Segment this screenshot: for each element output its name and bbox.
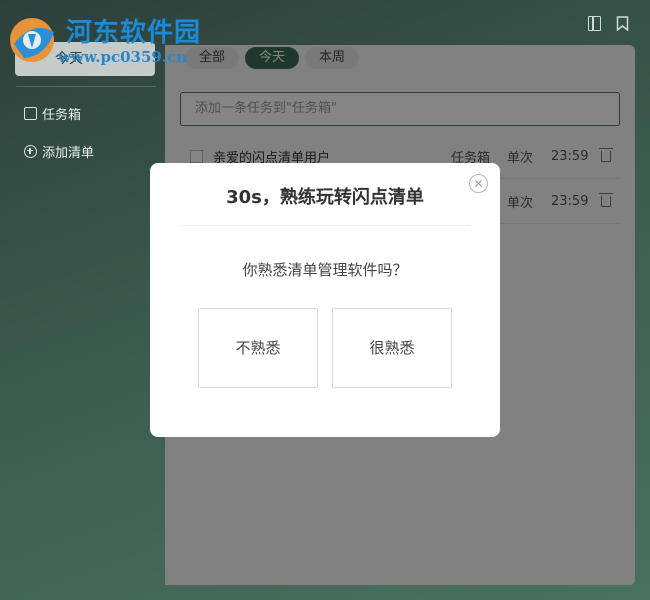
app-window: 今天 任务箱 添加清单 全部 今天 本周 添加一条任务到"任务箱" 亲爱的闪点清… [0,0,650,600]
close-icon[interactable] [469,174,488,193]
dialog-question: 你熟悉清单管理软件吗？ [242,261,408,279]
sidebar-divider [16,86,156,87]
sidebar-item-inbox[interactable]: 任务箱 [24,102,81,124]
watermark-url: www.pc0359.cn [58,48,188,66]
dialog-divider [180,225,470,226]
sidebar-item-add-list[interactable]: 添加清单 [24,140,94,162]
very-familiar-button[interactable]: 很熟悉 [332,308,452,388]
add-circle-icon [24,144,37,158]
inbox-icon [24,106,37,120]
sidebar-item-label: 添加清单 [42,145,95,161]
notes-icon[interactable] [588,16,601,31]
bookmark-icon[interactable] [616,16,629,31]
dialog-title: 30s，熟练玩转闪点清单 [226,187,424,208]
onboarding-dialog: 30s，熟练玩转闪点清单 你熟悉清单管理软件吗？ 不熟悉 很熟悉 [150,163,500,437]
not-familiar-button[interactable]: 不熟悉 [198,308,318,388]
watermark-name: 河东软件园 [66,18,202,48]
sidebar: 今天 任务箱 添加清单 [0,0,165,600]
sidebar-item-label: 任务箱 [42,107,82,123]
watermark-logo-icon [10,18,54,62]
